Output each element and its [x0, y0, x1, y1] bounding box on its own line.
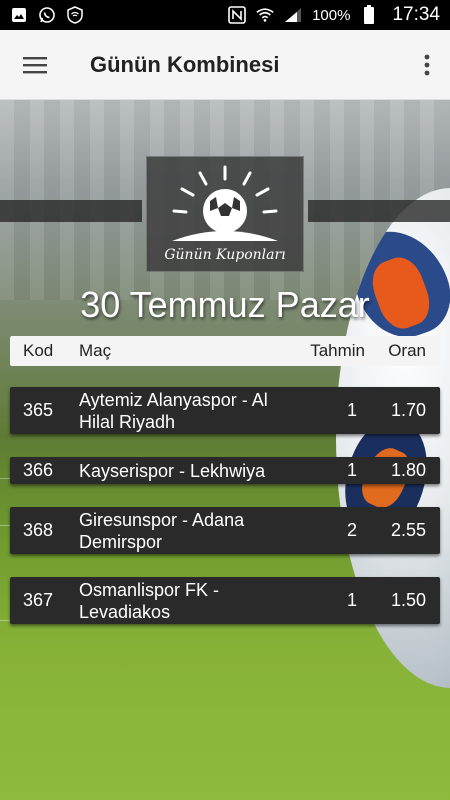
row-kod: 368: [23, 520, 54, 540]
page-title: Günün Kombinesi: [90, 51, 280, 77]
status-left: [10, 6, 84, 24]
logo-text: Günün Kuponları: [164, 247, 286, 263]
image-icon: [10, 7, 28, 23]
header-oran: Oran: [388, 341, 426, 360]
hamburger-menu-icon[interactable]: [0, 30, 70, 100]
row-oran: 1.70: [390, 400, 426, 420]
row-oran: 1.80: [390, 460, 426, 480]
banner-bar-left: [0, 200, 142, 222]
row-kod: 365: [23, 400, 54, 420]
wifi-icon: [256, 7, 274, 23]
row-oran: 1.50: [390, 590, 426, 610]
row-tahmin: 1: [346, 400, 357, 420]
status-bar: 100% 17:34: [0, 0, 450, 30]
table-row[interactable]: 368 Giresunspor - Adana Demirspor 2 2.55: [10, 507, 440, 554]
header-tahmin: Tahmin: [310, 341, 365, 360]
status-right: 100% 17:34: [228, 4, 440, 26]
row-tahmin: 1: [346, 590, 357, 610]
row-mac: Giresunspor - Adana Demirspor: [79, 509, 245, 552]
row-kod: 367: [23, 590, 54, 610]
signal-icon: [284, 7, 302, 23]
header-mac: Maç: [79, 341, 112, 360]
row-mac: Aytemiz Alanyaspor - Al Hilal Riyadh: [79, 389, 268, 432]
header-kod: Kod: [23, 341, 54, 360]
row-mac: Kayserispor - Lekhwiya: [79, 460, 266, 481]
app-bar: Günün Kombinesi: [0, 30, 450, 100]
row-tahmin: 2: [346, 520, 357, 540]
row-mac: Osmanlispor FK - Levadiakos: [79, 579, 220, 622]
whatsapp-icon: [38, 7, 56, 23]
table-row[interactable]: 366 Kayserispor - Lekhwiya 1 1.80: [10, 457, 440, 484]
table-header: Kod Maç Tahmin Oran: [10, 336, 440, 366]
battery-icon: [360, 5, 378, 24]
row-oran: 2.55: [390, 520, 426, 540]
table-row[interactable]: 365 Aytemiz Alanyaspor - Al Hilal Riyadh…: [10, 387, 440, 434]
row-kod: 366: [23, 460, 54, 480]
more-vert-icon[interactable]: [404, 30, 450, 100]
banner-bar-right: [308, 200, 450, 222]
date-title: 30 Temmuz Pazar: [80, 284, 370, 325]
nfc-icon: [228, 6, 246, 24]
background-scene: Günün Kuponları 30 Temmuz Pazar: [0, 100, 450, 800]
clock: 17:34: [392, 4, 440, 25]
row-tahmin: 1: [346, 460, 357, 480]
wifi-shield-icon: [66, 6, 84, 24]
ball-sun-icon: [172, 165, 278, 241]
logo: Günün Kuponları: [146, 156, 304, 272]
battery-percent: 100%: [312, 6, 351, 24]
table-row[interactable]: 367 Osmanlispor FK - Levadiakos 1 1.50: [10, 577, 440, 624]
